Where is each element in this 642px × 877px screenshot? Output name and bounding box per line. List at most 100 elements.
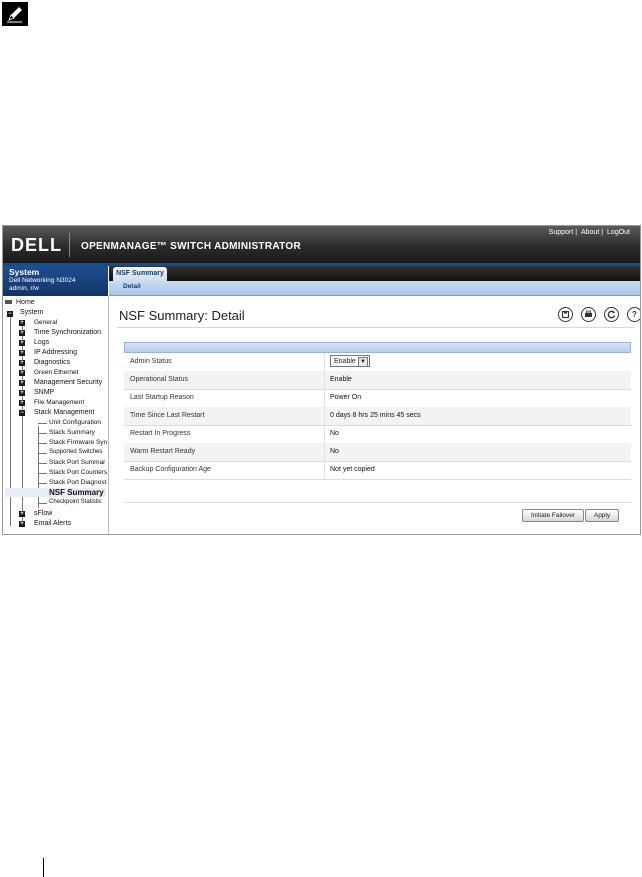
chevron-down-icon[interactable]: ▼ [358, 357, 368, 367]
row-label: Backup Configuration Age [130, 466, 211, 473]
expand-icon[interactable]: + [19, 511, 25, 517]
tab-nsf-summary[interactable]: NSF Summary [113, 267, 167, 281]
device-name: Dell Networking N3024 [9, 277, 76, 284]
row-value: Enable [330, 376, 352, 383]
tree-item-stack-firmware-sync[interactable]: Stack Firmware Syn [49, 439, 107, 446]
print-icon[interactable] [581, 307, 596, 322]
table-row-warm-restart-ready: Warm Restart Ready No [124, 443, 631, 462]
tree-branch [38, 463, 47, 464]
expand-icon[interactable]: + [19, 320, 25, 326]
subtab-detail[interactable]: Detail [123, 283, 141, 290]
column-separator [324, 389, 325, 407]
admin-status-select[interactable]: Enable ▼ [330, 355, 370, 367]
sidebar-header: System Dell Networking N3024 admin, r/w [3, 266, 108, 296]
tree-item-time-sync[interactable]: Time Synchronization [34, 329, 101, 336]
tree-item-sflow[interactable]: sFlow [34, 510, 52, 517]
refresh-icon[interactable] [604, 307, 619, 322]
tree-item-home[interactable]: Home [5, 299, 35, 306]
expand-icon[interactable]: + [19, 360, 25, 366]
tree-item-checkpoint-statistics[interactable]: Checkpoint Statistic [49, 499, 102, 505]
logout-link[interactable]: LogOut [605, 229, 632, 236]
expand-icon[interactable]: + [19, 370, 25, 376]
nav-tree: Home − System + General + Time Synchroni… [3, 296, 109, 534]
tree-item-diagnostics[interactable]: Diagnostics [34, 359, 70, 366]
tree-branch [38, 433, 47, 434]
tree-item-stack-summary[interactable]: Stack Summary [49, 429, 95, 436]
expand-icon[interactable]: + [19, 330, 25, 336]
tree-item-green-ethernet[interactable]: Green Ethernet [34, 369, 78, 376]
table-row-time-since-restart: Time Since Last Restart 0 days 8 hrs 25 … [124, 407, 631, 426]
tree-item-file-management[interactable]: File Management [34, 399, 84, 406]
expand-icon[interactable]: + [19, 390, 25, 396]
table-row-backup-config-age: Backup Configuration Age Not yet copied [124, 461, 631, 480]
dell-logo: DELL [11, 235, 62, 255]
expand-icon[interactable]: + [19, 380, 25, 386]
table-row-last-startup-reason: Last Startup Reason Power On [124, 389, 631, 408]
collapse-icon[interactable]: − [7, 311, 13, 317]
page-margin-rule [43, 858, 44, 877]
column-separator [324, 461, 325, 479]
row-label: Time Since Last Restart [130, 412, 205, 419]
tree-item-unit-configuration[interactable]: Unit Configuration [49, 419, 101, 426]
table-header [124, 342, 631, 353]
save-icon[interactable] [558, 307, 573, 322]
tree-item-system[interactable]: System [20, 309, 43, 316]
row-label: Operational Status [130, 376, 188, 383]
tree-item-stack-port-diagnostics[interactable]: Stack Port Diagnost [49, 479, 106, 486]
tree-item-logs[interactable]: Logs [34, 339, 49, 346]
user-info: admin, r/w [9, 285, 39, 292]
page-title: NSF Summary: Detail [119, 308, 245, 323]
tree-item-ip-addressing[interactable]: IP Addressing [34, 349, 77, 356]
column-separator [324, 425, 325, 443]
tree-item-general[interactable]: General [34, 319, 57, 326]
tree-item-stack-port-counters[interactable]: Stack Port Counters [49, 469, 107, 476]
row-label: Restart In Progress [130, 430, 191, 437]
row-value: 0 days 8 hrs 25 mins 45 secs [330, 412, 421, 419]
main-content: NSF Summary: Detail ? Admin Status Enabl… [109, 296, 640, 534]
header-divider [69, 233, 70, 257]
expand-icon[interactable]: + [19, 340, 25, 346]
tree-branch [38, 503, 47, 504]
tree-branch [38, 483, 47, 484]
tree-item-email-alerts[interactable]: Email Alerts [34, 520, 71, 527]
note-icon [2, 2, 28, 26]
column-separator [324, 407, 325, 425]
row-value: Power On [330, 394, 362, 401]
expand-icon[interactable]: + [19, 350, 25, 356]
tree-branch [38, 423, 47, 424]
column-separator [324, 443, 325, 461]
row-value: No [330, 430, 339, 437]
top-links: Support | About | LogOut [547, 229, 632, 236]
initiate-failover-button[interactable]: Initiate Failover [522, 509, 584, 522]
tree-branch [38, 473, 47, 474]
tree-item-stack-management[interactable]: Stack Management [34, 409, 94, 416]
expand-icon[interactable]: + [19, 400, 25, 406]
header-bar: DELL OPENMANAGE™ SWITCH ADMINISTRATOR Su… [3, 226, 640, 263]
table-row-admin-status: Admin Status Enable ▼ [124, 353, 631, 372]
collapse-icon[interactable]: − [19, 410, 25, 416]
about-link[interactable]: About [579, 229, 601, 236]
support-link[interactable]: Support [547, 229, 576, 236]
tree-branch [38, 443, 47, 444]
apply-button[interactable]: Apply [585, 509, 619, 522]
tree-item-nsf-summary[interactable]: NSF Summary [5, 488, 106, 497]
tree-item-snmp[interactable]: SNMP [34, 389, 54, 396]
app-title: OPENMANAGE™ SWITCH ADMINISTRATOR [81, 241, 301, 252]
footer-divider [124, 502, 631, 503]
column-separator [324, 371, 325, 389]
row-label: Last Startup Reason [130, 394, 194, 401]
table-row-operational-status: Operational Status Enable [124, 371, 631, 390]
tree-item-stack-port-summary[interactable]: Stack Port Summar [49, 459, 105, 466]
tree-item-management-security[interactable]: Management Security [34, 379, 102, 386]
tree-item-supported-switches[interactable]: Supported Switches [49, 449, 102, 455]
sidebar-title: System [9, 267, 40, 277]
admin-status-value: Enable [334, 358, 356, 365]
home-icon [5, 300, 12, 305]
help-icon[interactable]: ? [627, 307, 640, 322]
title-divider [117, 327, 634, 328]
screenshot-window: DELL OPENMANAGE™ SWITCH ADMINISTRATOR Su… [2, 225, 641, 535]
tree-branch [38, 453, 47, 454]
subtab-bar: Detail [109, 281, 640, 296]
row-label: Admin Status [130, 358, 172, 365]
expand-icon[interactable]: + [19, 521, 25, 527]
